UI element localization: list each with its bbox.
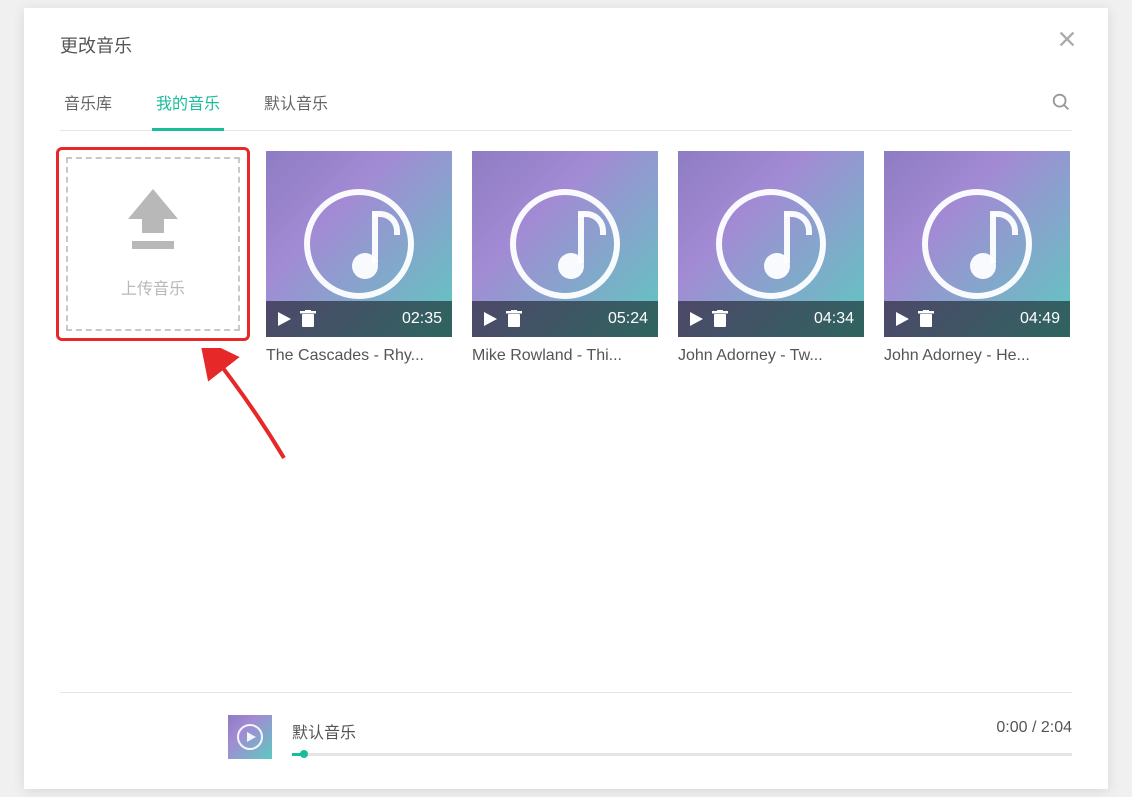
track-duration: 04:49 (1020, 310, 1060, 328)
music-card: 04:49 John Adorney - He... (884, 151, 1070, 365)
player-bar: 默认音乐 0:00 / 2:04 (60, 692, 1072, 759)
thumbnail-toolbar: 04:34 (678, 301, 864, 337)
upload-label: 上传音乐 (121, 275, 185, 299)
music-thumbnail[interactable]: 05:24 (472, 151, 658, 337)
play-button[interactable] (894, 311, 910, 327)
upload-dropzone[interactable]: 上传音乐 (66, 157, 240, 331)
play-circle-icon (235, 722, 265, 752)
thumbnail-toolbar: 04:49 (884, 301, 1070, 337)
music-thumbnail[interactable]: 04:49 (884, 151, 1070, 337)
music-card: 02:35 The Cascades - Rhy... (266, 151, 452, 365)
delete-button[interactable] (918, 310, 934, 328)
track-title: John Adorney - Tw... (678, 347, 864, 365)
now-playing-title: 默认音乐 (292, 719, 356, 743)
close-button[interactable] (1056, 28, 1078, 55)
search-button[interactable] (1050, 83, 1072, 126)
dialog-title: 更改音乐 (60, 32, 1072, 58)
music-thumbnail[interactable]: 02:35 (266, 151, 452, 337)
tab-my-music[interactable]: 我的音乐 (152, 78, 224, 131)
tab-default-music[interactable]: 默认音乐 (260, 78, 332, 131)
trash-icon (712, 310, 728, 328)
play-button[interactable] (482, 311, 498, 327)
music-note-icon (510, 189, 620, 299)
tab-bar: 音乐库 我的音乐 默认音乐 (60, 78, 1072, 131)
play-button[interactable] (276, 311, 292, 327)
music-note-icon (304, 189, 414, 299)
track-duration: 02:35 (402, 310, 442, 328)
track-title: John Adorney - He... (884, 347, 1070, 365)
trash-icon (918, 310, 934, 328)
play-icon (688, 311, 704, 327)
close-icon (1056, 28, 1078, 50)
trash-icon (300, 310, 316, 328)
upload-icon (118, 189, 188, 253)
thumbnail-toolbar: 05:24 (472, 301, 658, 337)
play-button[interactable] (688, 311, 704, 327)
music-card: 04:34 John Adorney - Tw... (678, 151, 864, 365)
tab-music-library[interactable]: 音乐库 (60, 78, 116, 131)
track-duration: 04:34 (814, 310, 854, 328)
play-icon (482, 311, 498, 327)
change-music-dialog: 更改音乐 音乐库 我的音乐 默认音乐 上传音乐 (24, 8, 1108, 789)
dialog-header: 更改音乐 音乐库 我的音乐 默认音乐 (24, 8, 1108, 131)
thumbnail-toolbar: 02:35 (266, 301, 452, 337)
music-note-icon (922, 189, 1032, 299)
track-duration: 05:24 (608, 310, 648, 328)
player-time: 0:00 / 2:04 (996, 719, 1072, 743)
music-thumbnail[interactable]: 04:34 (678, 151, 864, 337)
upload-music-tile[interactable]: 上传音乐 (60, 151, 246, 337)
search-icon (1050, 91, 1072, 113)
progress-handle[interactable] (300, 750, 308, 758)
delete-button[interactable] (300, 310, 316, 328)
music-note-icon (716, 189, 826, 299)
player-body: 默认音乐 0:00 / 2:04 (292, 719, 1072, 756)
play-icon (276, 311, 292, 327)
delete-button[interactable] (712, 310, 728, 328)
play-icon (894, 311, 910, 327)
track-title: Mike Rowland - Thi... (472, 347, 658, 365)
delete-button[interactable] (506, 310, 522, 328)
track-title: The Cascades - Rhy... (266, 347, 452, 365)
music-grid: 上传音乐 02:35 The Cascades - Rhy... (24, 131, 1108, 385)
player-play-button[interactable] (228, 715, 272, 759)
music-card: 05:24 Mike Rowland - Thi... (472, 151, 658, 365)
trash-icon (506, 310, 522, 328)
progress-bar[interactable] (292, 753, 1072, 756)
